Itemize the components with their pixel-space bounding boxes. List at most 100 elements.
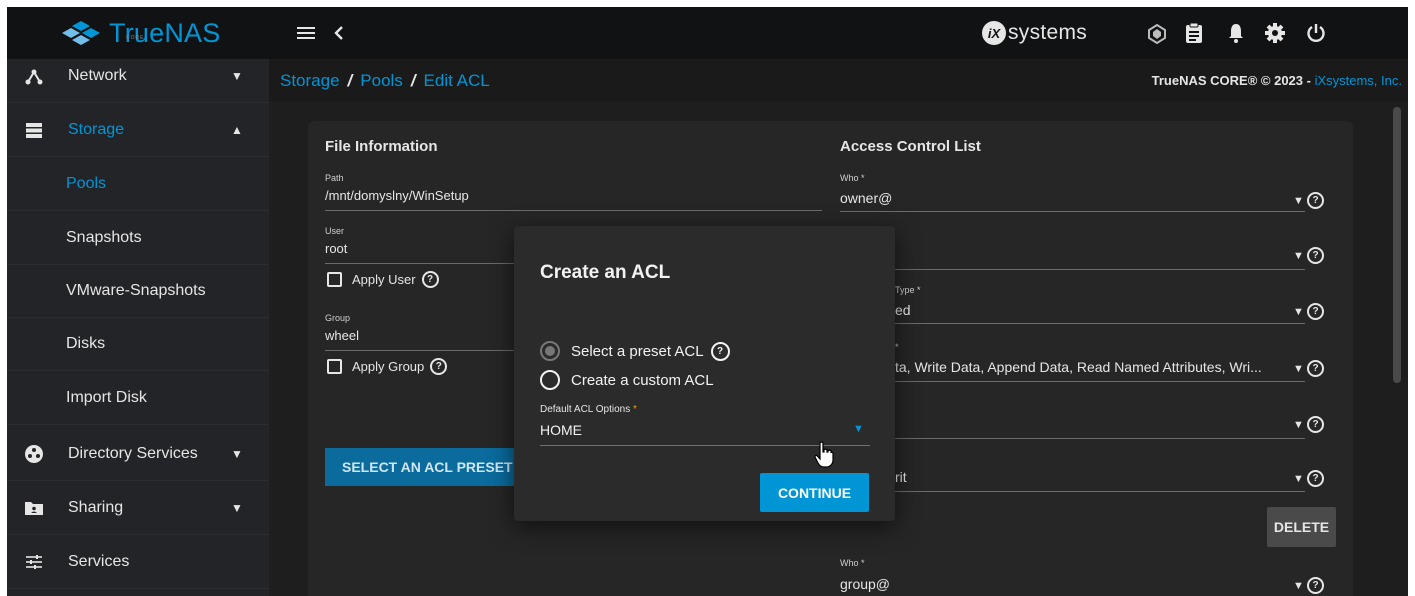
- help-icon[interactable]: ?: [1307, 577, 1324, 594]
- caret-down-icon: ▼: [231, 68, 243, 83]
- ix-systems-logo[interactable]: iX systems: [982, 20, 1087, 46]
- dropdown-arrow-icon[interactable]: ▼: [1293, 306, 1304, 318]
- radio-preset-label: Select a preset ACL: [571, 342, 704, 360]
- breadcrumb-item-pools[interactable]: Pools: [360, 71, 403, 90]
- sidebar-item-import-disk[interactable]: Import Disk: [7, 371, 269, 425]
- help-icon[interactable]: ?: [1307, 303, 1324, 320]
- help-icon[interactable]: ?: [1307, 360, 1324, 377]
- help-icon[interactable]: ?: [1307, 470, 1324, 487]
- radio-button[interactable]: [540, 370, 560, 390]
- group-underline: [325, 350, 525, 351]
- help-icon[interactable]: ?: [430, 358, 448, 375]
- sidebar-item-snapshots[interactable]: Snapshots: [7, 211, 269, 265]
- sidebar-item-storage[interactable]: Storage ▲: [7, 103, 269, 157]
- who-label: Who *: [840, 173, 865, 183]
- checkbox-box[interactable]: [327, 272, 342, 287]
- dropdown-arrow-icon[interactable]: ▼: [1293, 419, 1304, 431]
- who2-label: Who *: [840, 558, 865, 568]
- checkbox-box[interactable]: [327, 359, 342, 374]
- path-label: Path: [325, 173, 344, 183]
- default-acl-options-select[interactable]: HOME: [540, 422, 582, 438]
- type-underline: [895, 323, 1305, 324]
- chevron-left-icon[interactable]: [329, 21, 349, 45]
- folder-share-icon: [23, 497, 45, 519]
- copyright-link[interactable]: iXsystems, Inc.: [1315, 73, 1402, 88]
- sidebar-item-services[interactable]: Services: [7, 535, 269, 589]
- default-acl-options-label-text: Default ACL Options: [540, 404, 631, 415]
- select-acl-preset-button[interactable]: SELECT AN ACL PRESET: [325, 448, 525, 486]
- user-value: root: [325, 241, 348, 256]
- group-field[interactable]: Group wheel: [325, 313, 359, 343]
- dropdown-arrow-icon[interactable]: ▼: [1293, 580, 1304, 592]
- sidebar-item-label: Snapshots: [66, 228, 142, 246]
- storage-icon: [23, 119, 45, 141]
- create-acl-dialog: Create an ACL Select a preset ACL ? Crea…: [514, 226, 895, 521]
- help-icon[interactable]: ?: [1307, 247, 1324, 264]
- sliders-icon: [23, 551, 45, 573]
- acl-who-field[interactable]: Who *: [840, 173, 865, 183]
- help-icon[interactable]: ?: [1307, 192, 1324, 209]
- help-icon[interactable]: ?: [421, 271, 439, 288]
- acl-title: Access Control List: [840, 138, 981, 155]
- path-field[interactable]: Path /mnt/domyslny/WinSetup: [325, 173, 469, 203]
- directory-icon: [23, 443, 45, 465]
- truenas-logo[interactable]: TrueNAS: [61, 16, 220, 50]
- sidebar-item-directory-services[interactable]: Directory Services ▼: [7, 427, 269, 481]
- flags-type-underline: [895, 438, 1305, 439]
- bell-icon[interactable]: [1224, 21, 1248, 45]
- dropdown-arrow-icon[interactable]: ▼: [1293, 473, 1304, 485]
- truecommand-icon[interactable]: [1145, 22, 1169, 46]
- type-label: Type *: [895, 285, 921, 295]
- continue-button[interactable]: CONTINUE: [760, 473, 869, 512]
- apply-user-checkbox[interactable]: Apply User ?: [327, 271, 439, 288]
- caret-down-icon: ▼: [231, 500, 243, 515]
- breadcrumb-item-storage[interactable]: Storage: [280, 71, 340, 90]
- radio-create-custom[interactable]: Create a custom ACL: [540, 370, 714, 390]
- hand-cursor-icon: [814, 441, 834, 468]
- sidebar-item-sharing[interactable]: Sharing ▼: [7, 481, 269, 535]
- gear-icon[interactable]: [1263, 21, 1287, 45]
- app-window: TrueNAS CORE iX systems Network ▼ Storag…: [7, 7, 1408, 596]
- sidebar-item-disks[interactable]: Disks: [7, 317, 269, 371]
- sidebar-item-label: Disks: [66, 334, 106, 352]
- sidebar-item-label: Sharing: [68, 498, 124, 516]
- delete-button[interactable]: DELETE: [1267, 507, 1336, 547]
- user-field[interactable]: User root: [325, 226, 347, 256]
- sidebar-item-network[interactable]: Network ▼: [7, 49, 269, 103]
- network-icon: [23, 65, 45, 87]
- brand-name: TrueNAS: [109, 17, 221, 48]
- sidebar-item-label: Import Disk: [66, 388, 147, 406]
- path-underline: [325, 210, 822, 211]
- dropdown-arrow-icon[interactable]: ▼: [1293, 250, 1304, 262]
- copyright-text: TrueNAS CORE® © 2023 -: [1151, 73, 1315, 88]
- radio-button[interactable]: [540, 341, 560, 361]
- who2-value[interactable]: group@: [840, 576, 890, 592]
- sidebar-item-pools[interactable]: Pools: [7, 157, 269, 211]
- hamburger-menu-icon[interactable]: [293, 21, 319, 45]
- apply-group-checkbox[interactable]: Apply Group ?: [327, 358, 448, 375]
- caret-down-icon: ▼: [231, 446, 243, 461]
- path-value: /mnt/domyslny/WinSetup: [325, 188, 469, 203]
- radio-select-preset[interactable]: Select a preset ACL ?: [540, 341, 730, 361]
- permissions-label: *: [895, 342, 899, 352]
- help-icon[interactable]: ?: [1307, 416, 1324, 433]
- scrollbar[interactable]: [1393, 107, 1401, 383]
- file-info-title: File Information: [325, 138, 438, 155]
- dropdown-arrow-icon[interactable]: ▼: [1293, 195, 1304, 207]
- sidebar: Network ▼ Storage ▲ Pools Snapshots VMwa…: [7, 59, 269, 596]
- sidebar-item-label: Directory Services: [68, 444, 198, 462]
- truenas-logo-icon: [62, 21, 100, 45]
- flags-underline: [895, 491, 1305, 492]
- sidebar-item-label: Storage: [68, 120, 125, 138]
- dropdown-arrow-icon[interactable]: ▼: [853, 423, 864, 435]
- breadcrumb-separator: /: [410, 71, 416, 90]
- required-marker: *: [633, 404, 637, 415]
- power-icon[interactable]: [1304, 21, 1328, 45]
- breadcrumb-bar: Storage / Pools / Edit ACL TrueNAS CORE® © 2…: [269, 59, 1408, 101]
- help-icon[interactable]: ?: [710, 341, 730, 361]
- dropdown-arrow-icon[interactable]: ▼: [1293, 363, 1304, 375]
- sidebar-item-vmware-snapshots[interactable]: VMware-Snapshots: [7, 264, 269, 318]
- flags-value: rit: [895, 469, 907, 485]
- clipboard-icon[interactable]: [1182, 21, 1206, 45]
- apply-group-label: Apply Group: [352, 359, 425, 374]
